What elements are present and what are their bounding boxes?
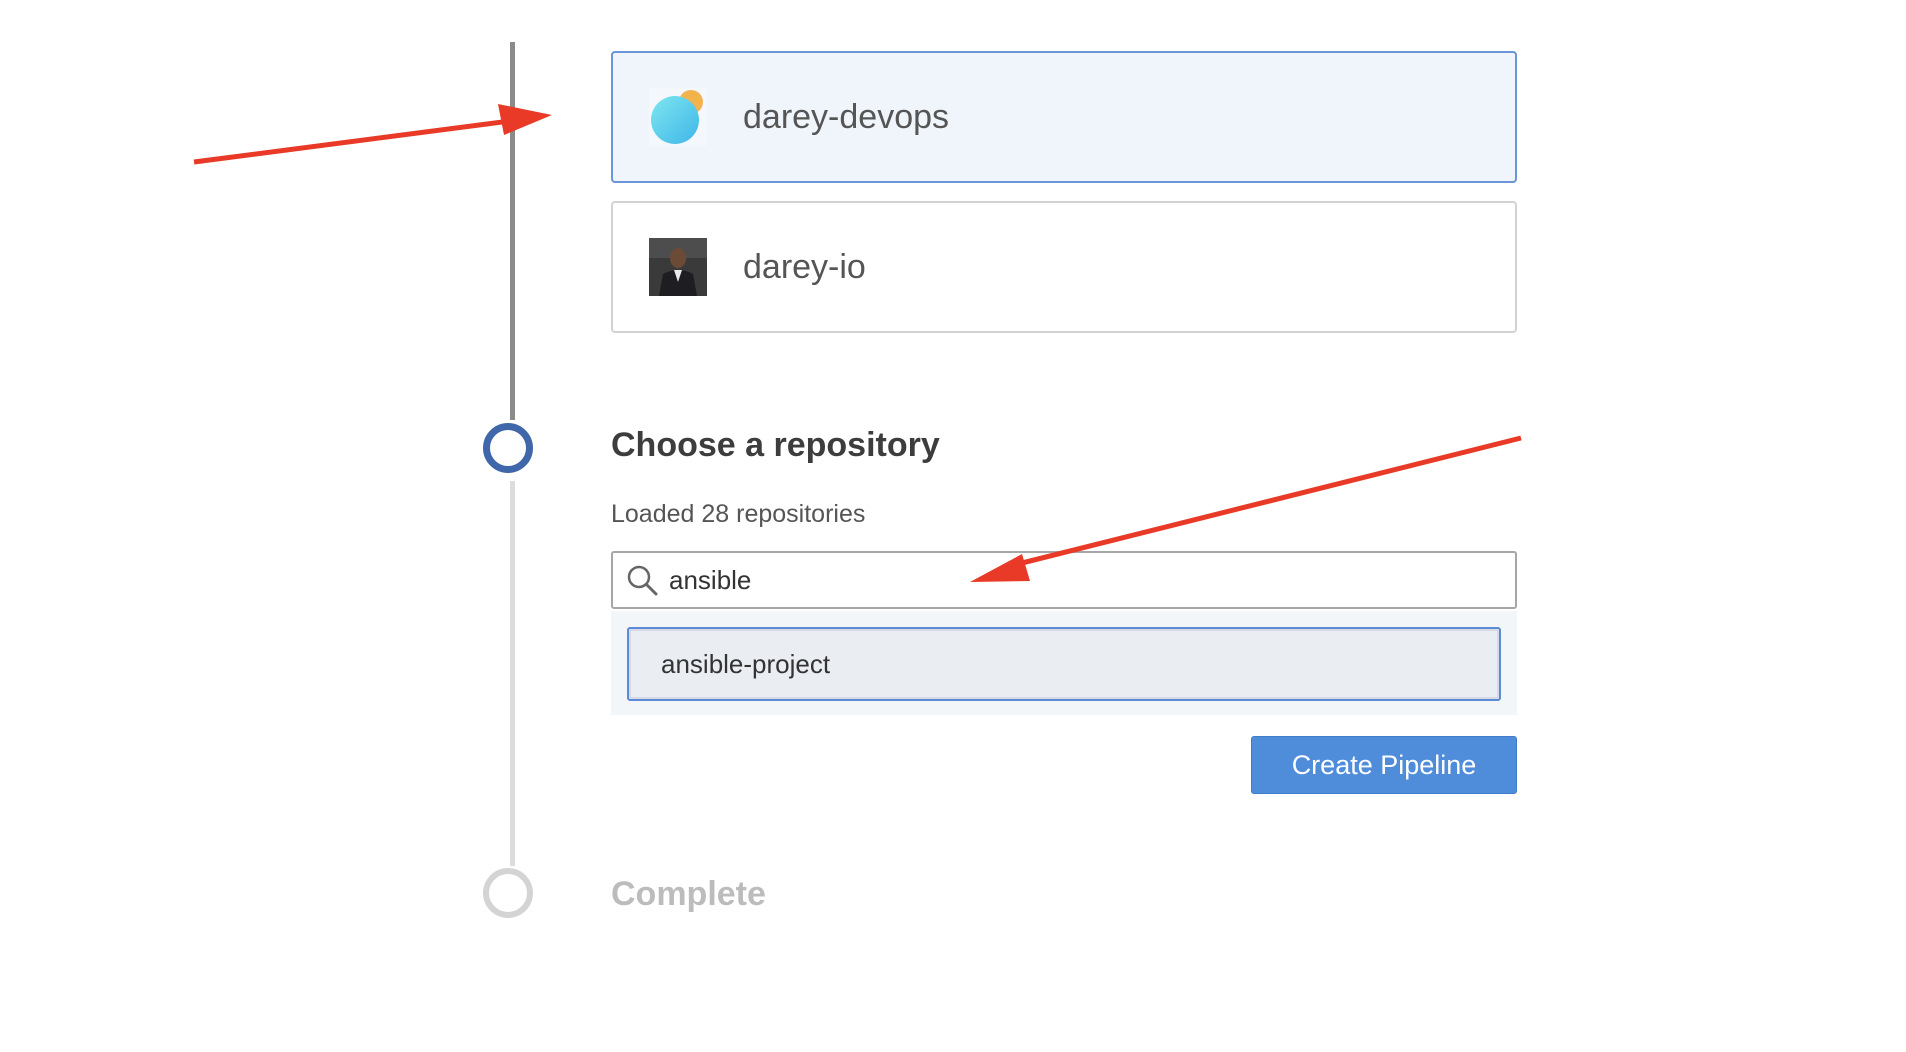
complete-step-heading: Complete (611, 875, 766, 913)
repository-result-label: ansible-project (661, 648, 831, 679)
org-card-darey-io[interactable]: darey-io (611, 201, 1517, 333)
org-card-darey-devops[interactable]: darey-devops (611, 51, 1517, 183)
person-photo-icon (649, 238, 707, 296)
timeline-line-completed (510, 42, 515, 420)
choose-repository-heading: Choose a repository (611, 426, 940, 464)
search-input-value[interactable]: ansible (669, 565, 751, 596)
org-name: darey-devops (743, 97, 950, 136)
search-icon (625, 563, 659, 597)
timeline-line-pending (510, 481, 515, 866)
repositories-loaded-status: Loaded 28 repositories (611, 500, 866, 528)
step-indicator-active (483, 423, 533, 473)
repository-search-input[interactable]: ansible (611, 551, 1517, 609)
create-pipeline-button[interactable]: Create Pipeline (1251, 736, 1517, 794)
org-name: darey-io (743, 247, 866, 286)
annotation-arrow-org (193, 104, 552, 165)
step-indicator-pending (483, 868, 533, 918)
darey-devops-logo-icon (649, 88, 707, 146)
repository-result-item[interactable]: ansible-project (627, 627, 1501, 701)
